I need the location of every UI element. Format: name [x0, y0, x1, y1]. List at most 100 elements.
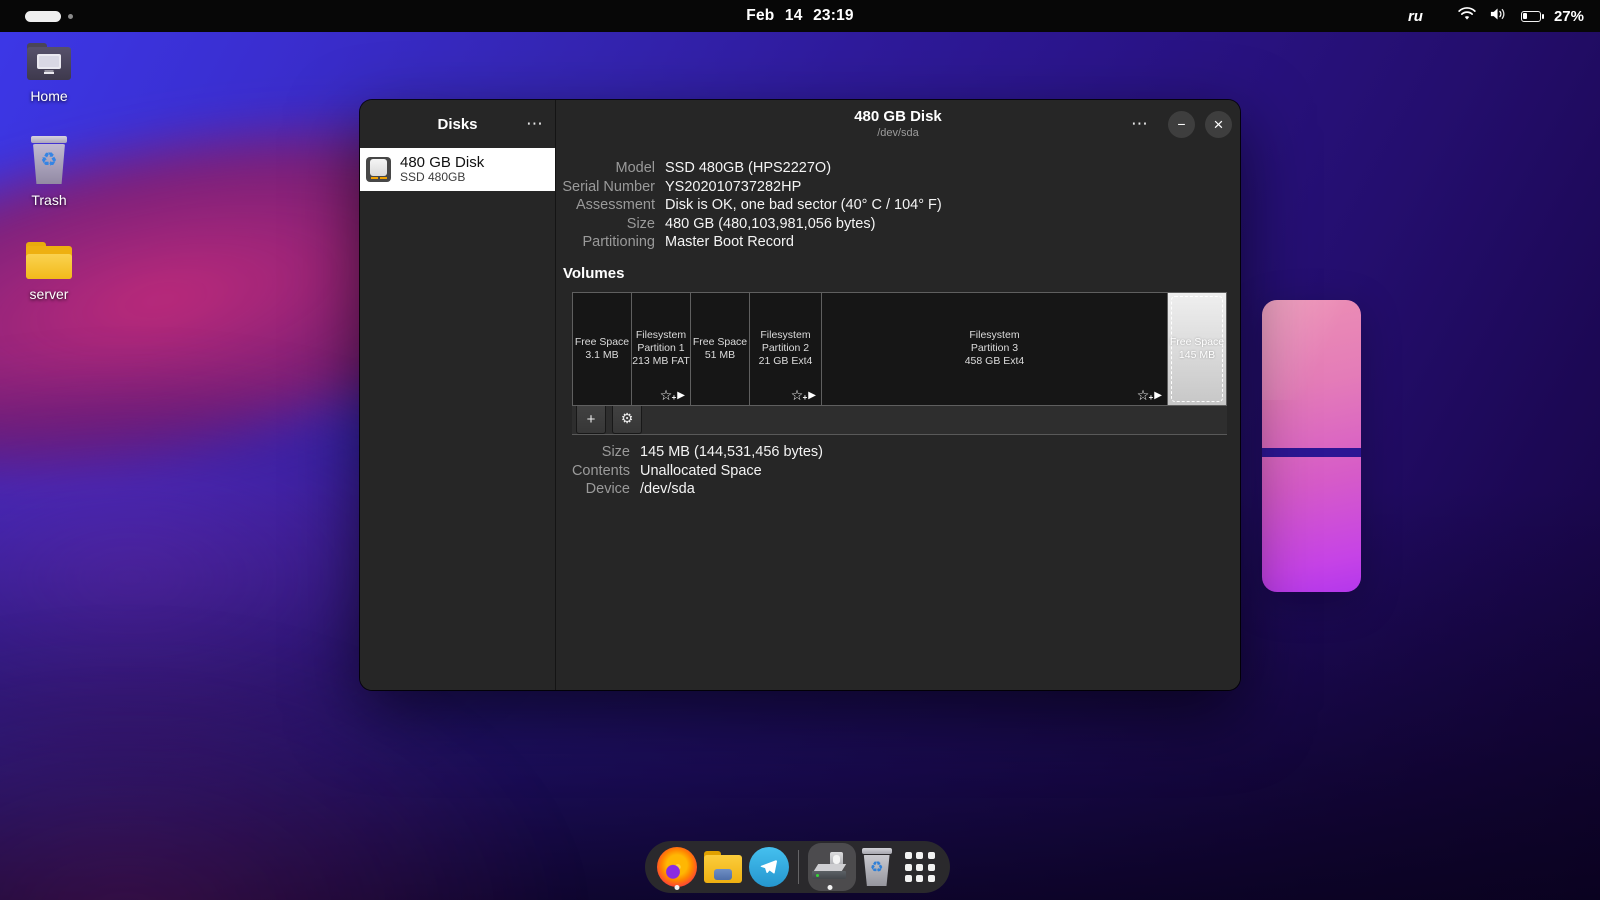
running-indicator [828, 885, 833, 890]
volumes-heading: Volumes [563, 265, 1240, 282]
info-value: Disk is OK, one bad sector (40° C / 104°… [665, 196, 1240, 215]
clock[interactable]: Feb 14 23:19 [746, 0, 853, 32]
sidebar-item-subtitle: SSD 480GB [400, 171, 484, 185]
close-button[interactable]: × [1205, 111, 1232, 138]
info-value: Unallocated Space [640, 462, 1240, 481]
volume-segment-label: Filesystem Partition 2 21 GB Ext4 [759, 329, 813, 368]
volume-segment-label: Filesystem Partition 1 213 MB FAT [632, 329, 690, 368]
window-title: 480 GB Disk [854, 109, 942, 126]
screen: Feb 14 23:19 ru 27% Home [0, 0, 1600, 900]
volume-segment-partition-2[interactable]: Filesystem Partition 2 21 GB Ext4 ☆ ▶ [750, 293, 822, 405]
keyboard-layout-indicator[interactable]: ru [1408, 8, 1423, 25]
bookmark-star-icon: ☆ [660, 388, 673, 402]
info-value: 480 GB (480,103,981,056 bytes) [665, 215, 1240, 234]
volume-badges: ☆ ▶ [791, 388, 816, 402]
info-value: /dev/sda [640, 480, 1240, 499]
info-label: Size [560, 443, 630, 462]
info-label: Partitioning [560, 233, 655, 252]
desktop-icon-trash[interactable]: ♻ Trash [6, 136, 92, 208]
mounted-play-icon: ▶ [677, 389, 685, 402]
info-label: Contents [560, 462, 630, 481]
volume-toolbar: + ⚙ [572, 406, 1227, 435]
disks-window: Disks ⋯ 480 GB Disk SSD 480GB 480 GB Dis… [360, 100, 1240, 690]
volume-segment-label: Free Space 3.1 MB [575, 336, 629, 362]
info-label: Assessment [560, 196, 655, 215]
minimize-button[interactable]: − [1168, 111, 1195, 138]
files-icon [703, 851, 743, 883]
info-label: Device [560, 480, 630, 499]
mounted-play-icon: ▶ [808, 389, 816, 402]
desktop-icon-label: server [30, 286, 69, 302]
info-value: YS202010737282HP [665, 178, 1240, 197]
home-folder-icon [25, 43, 73, 81]
bookmark-star-icon: ☆ [791, 388, 804, 402]
volume-segment-partition-3[interactable]: Filesystem Partition 3 458 GB Ext4 ☆ ▶ [822, 293, 1168, 405]
running-indicator [675, 885, 680, 890]
recycle-icon: ♻ [859, 858, 895, 876]
partition-options-button[interactable]: ⚙ [612, 406, 642, 434]
selection-info-grid: Size 145 MB (144,531,456 bytes) Contents… [560, 443, 1240, 499]
sidebar-title: Disks [437, 116, 477, 133]
drive-info-grid: Model SSD 480GB (HPS2227O) Serial Number… [560, 159, 1240, 252]
dock-item-telegram[interactable] [749, 841, 789, 893]
info-value: Master Boot Record [665, 233, 1240, 252]
main-headerbar: 480 GB Disk /dev/sda ⋯ − × [556, 100, 1240, 148]
battery-percentage: 27% [1554, 8, 1584, 25]
wifi-icon [1458, 7, 1476, 26]
disks-sidebar: Disks ⋯ 480 GB Disk SSD 480GB [360, 100, 556, 690]
workspace-indicator-active[interactable] [25, 11, 61, 22]
header-titles: 480 GB Disk /dev/sda [854, 109, 942, 140]
sidebar-item-texts: 480 GB Disk SSD 480GB [400, 154, 484, 185]
bookmark-star-icon: ☆ [1137, 388, 1150, 402]
dock-item-files[interactable] [703, 841, 743, 893]
disks-icon [810, 847, 850, 887]
volume-segment-label: Free Space 51 MB [693, 336, 747, 362]
drive-menu-button[interactable]: ⋯ [1131, 114, 1148, 134]
dock-item-show-applications[interactable] [901, 841, 938, 893]
battery-icon [1521, 11, 1541, 22]
desktop-icon-home[interactable]: Home [6, 43, 92, 104]
volume-icon [1489, 7, 1508, 26]
sidebar-item-title: 480 GB Disk [400, 154, 484, 171]
trash-icon: ♻ [859, 847, 895, 887]
info-value: SSD 480GB (HPS2227O) [665, 159, 1240, 178]
disks-main-pane: 480 GB Disk /dev/sda ⋯ − × Model SSD 480… [556, 100, 1240, 690]
volume-segment-free-2[interactable]: Free Space 51 MB [691, 293, 750, 405]
dock-separator [798, 850, 799, 884]
info-label: Serial Number [560, 178, 655, 197]
info-label: Size [560, 215, 655, 234]
folder-icon [26, 242, 72, 279]
header-actions: ⋯ − × [1131, 100, 1232, 148]
telegram-icon [749, 847, 789, 887]
sidebar-item-disk[interactable]: 480 GB Disk SSD 480GB [360, 148, 555, 191]
info-label: Model [560, 159, 655, 178]
dock-item-trash[interactable]: ♻ [858, 841, 895, 893]
wallpaper-pink-card [1262, 300, 1361, 592]
dock-item-disks[interactable] [808, 841, 852, 893]
dock-item-firefox[interactable] [657, 841, 697, 893]
volume-segment-free-1[interactable]: Free Space 3.1 MB [573, 293, 632, 405]
gear-icon: ⚙ [621, 411, 634, 427]
desktop-icon-label: Home [30, 88, 67, 104]
dock: ♻ [645, 841, 950, 893]
volume-segment-partition-1[interactable]: Filesystem Partition 1 213 MB FAT ☆ ▶ [632, 293, 691, 405]
wallpaper-pink-card-gap [1262, 448, 1361, 457]
volume-badges: ☆ ▶ [660, 388, 685, 402]
recycle-icon: ♻ [27, 149, 71, 171]
app-menu-button[interactable]: ⋯ [526, 100, 543, 148]
desktop-icon-label: Trash [31, 192, 66, 208]
create-partition-button[interactable]: + [576, 406, 606, 434]
info-value: 145 MB (144,531,456 bytes) [640, 443, 1240, 462]
volume-segment-free-selected[interactable]: Free Space 145 MB [1168, 293, 1226, 405]
system-tray[interactable]: ru 27% [1408, 0, 1584, 32]
top-bar: Feb 14 23:19 ru 27% [0, 0, 1600, 32]
volumes-map: Free Space 3.1 MB Filesystem Partition 1… [572, 292, 1227, 406]
battery-fill-level [1523, 13, 1527, 20]
desktop-icon-server[interactable]: server [6, 242, 92, 302]
drive-icon [366, 157, 391, 182]
app-grid-icon [905, 852, 935, 882]
trash-icon: ♻ [27, 136, 71, 185]
volume-segment-label: Filesystem Partition 3 458 GB Ext4 [965, 329, 1025, 368]
workspace-indicator-inactive[interactable] [68, 14, 73, 19]
window-subtitle: /dev/sda [854, 127, 942, 139]
